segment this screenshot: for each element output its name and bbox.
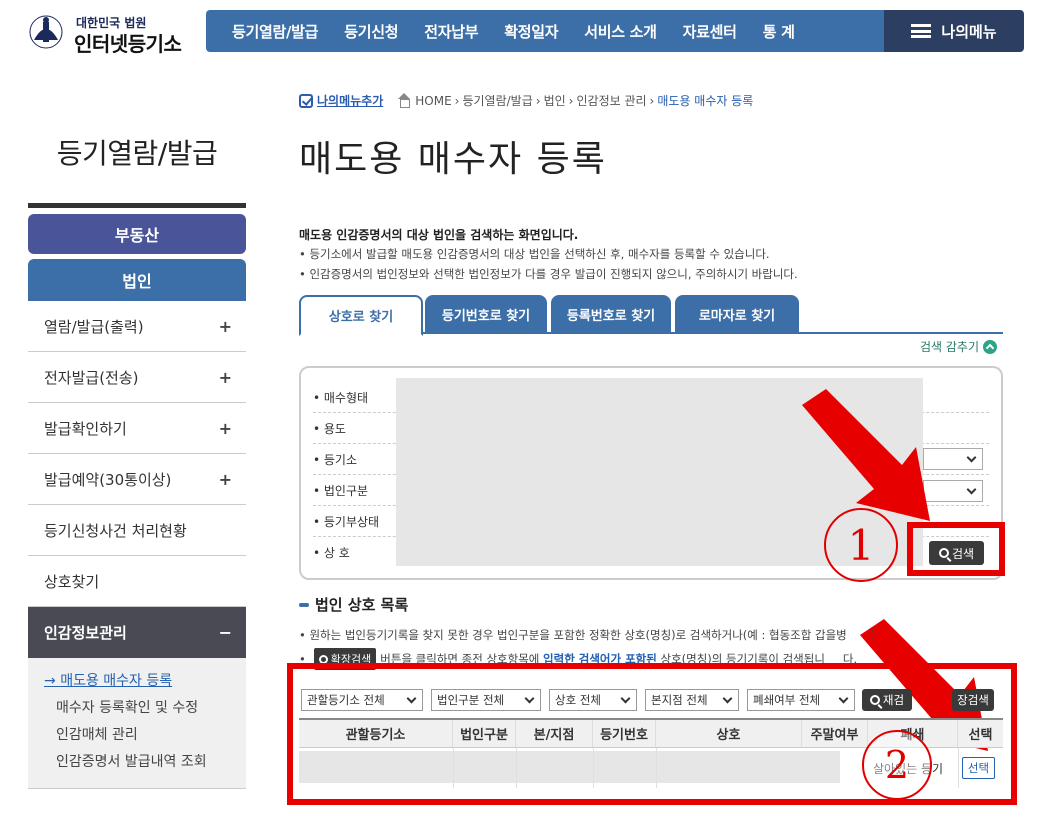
breadcrumb: 나의메뉴추가 HOME › 등기열람/발급 › 법인 › 인감정보 관리 › 매… — [299, 92, 753, 109]
hamburger-icon — [911, 24, 932, 38]
sidebar-item-view-issue[interactable]: 열람/발급(출력) + — [28, 301, 246, 352]
home-icon — [397, 92, 411, 108]
expand-icon: + — [218, 316, 232, 336]
sidebar-item-label: 전자발급(전송) — [44, 368, 139, 387]
tab-by-reg-no[interactable]: 등기번호로 찾기 — [425, 295, 547, 334]
nav-e-payment[interactable]: 전자납부 — [411, 21, 491, 42]
nav-view-issue[interactable]: 등기열람/발급 — [206, 21, 331, 42]
submenu-buyer-register[interactable]: → 매도용 매수자 등록 — [44, 668, 246, 695]
red-arrow-icon — [802, 389, 930, 521]
breadcrumb-current: 매도용 매수자 등록 — [657, 94, 754, 108]
add-my-menu-link[interactable]: 나의메뉴추가 — [299, 92, 383, 109]
nav-registration[interactable]: 등기신청 — [331, 21, 411, 42]
submenu-seal-media[interactable]: 인감매체 관리 — [44, 722, 246, 749]
breadcrumb-corp[interactable]: 법인 — [544, 92, 566, 109]
bullet-icon — [299, 602, 309, 607]
global-nav: 등기열람/발급 등기신청 전자납부 확정일자 서비스 소개 자료센터 통 계 — [206, 10, 884, 52]
tab-by-corp-no[interactable]: 등록번호로 찾기 — [551, 295, 671, 334]
sidebar-item-label: 발급확인하기 — [44, 419, 127, 438]
my-menu-label: 나의메뉴 — [941, 22, 997, 41]
nav-resource-center[interactable]: 자료센터 — [670, 21, 750, 42]
nav-service-intro[interactable]: 서비스 소개 — [571, 21, 669, 42]
expand-icon: + — [218, 367, 232, 387]
nav-statistics[interactable]: 통 계 — [750, 21, 808, 42]
submenu-buyer-verify[interactable]: 매수자 등록확인 및 수정 — [44, 695, 246, 722]
collapse-icon: − — [218, 623, 232, 642]
collapse-search-toggle[interactable]: 검색 감추기 — [920, 338, 998, 355]
step-number-2: 2 — [862, 730, 932, 800]
sidebar-submenu: → 매도용 매수자 등록 매수자 등록확인 및 수정 인감매체 관리 인감증명서… — [28, 658, 246, 789]
page-title: 매도용 매수자 등록 — [299, 139, 607, 180]
intro-line: • 인감증명서의 법인정보와 선택한 법인정보가 다를 경우 발급이 진행되지 … — [299, 267, 798, 281]
sidebar-item-label: 상호찾기 — [44, 572, 100, 591]
sidebar-item-label: 등기신청사건 처리현황 — [44, 521, 187, 540]
expand-icon: + — [218, 469, 232, 489]
tab-by-roman[interactable]: 로마자로 찾기 — [675, 295, 799, 334]
sidebar-item-label: 발급예약(30통이상) — [44, 470, 172, 489]
sidebar-menu: 열람/발급(출력) + 전자발급(전송) + 발급확인하기 + 발급예약(30통… — [28, 301, 246, 789]
sidebar-title: 등기열람/발급 — [56, 137, 218, 170]
list-note: • 원하는 법인등기기록을 찾지 못한 경우 법인구분을 포함한 정확한 상호(… — [299, 628, 876, 642]
sidebar-corp-button[interactable]: 법인 — [28, 259, 246, 301]
search-tabs: 상호로 찾기 등기번호로 찾기 등록번호로 찾기 로마자로 찾기 — [299, 295, 1003, 336]
highlight-box-search — [907, 522, 1005, 576]
sidebar-item-seal-info[interactable]: 인감정보관리 − — [28, 607, 246, 658]
nav-fixed-date[interactable]: 확정일자 — [491, 21, 571, 42]
submenu-seal-history[interactable]: 인감증명서 발급내역 조회 — [44, 749, 246, 776]
my-menu-button[interactable]: 나의메뉴 — [884, 10, 1024, 52]
chevron-up-icon — [983, 339, 998, 354]
sidebar-divider — [28, 203, 246, 208]
intro-line: • 등기소에서 발급할 매도용 인감증명서의 대상 법인을 선택하신 후, 매수… — [299, 247, 770, 261]
intro-heading: 매도용 인감증명서의 대상 법인을 검색하는 화면입니다. — [299, 228, 579, 242]
court-emblem-icon — [29, 15, 63, 49]
site-logo[interactable]: 대한민국 법원 인터넷등기소 — [22, 6, 192, 56]
breadcrumb-seal-info[interactable]: 인감정보 관리 — [576, 92, 646, 109]
sidebar-item-label: 인감정보관리 — [44, 624, 127, 642]
breadcrumb-home[interactable]: HOME — [415, 94, 451, 108]
sidebar-item-issue-reserve[interactable]: 발급예약(30통이상) + — [28, 454, 246, 505]
breadcrumb-view-issue[interactable]: 등기열람/발급 — [462, 92, 532, 109]
sidebar-item-issue-verify[interactable]: 발급확인하기 + — [28, 403, 246, 454]
sidebar-item-case-status[interactable]: 등기신청사건 처리현황 — [28, 505, 246, 556]
sidebar-item-label: 열람/발급(출력) — [44, 317, 144, 336]
logo-title: 인터넷등기소 — [74, 32, 182, 56]
sidebar-realty-button[interactable]: 부동산 — [28, 214, 246, 254]
sidebar-item-e-issue[interactable]: 전자발급(전송) + — [28, 352, 246, 403]
expand-icon: + — [218, 418, 232, 438]
tab-by-name[interactable]: 상호로 찾기 — [299, 295, 423, 336]
sidebar-item-name-search[interactable]: 상호찾기 — [28, 556, 246, 607]
list-section-title: 법인 상호 목록 — [299, 594, 408, 615]
check-icon — [299, 93, 313, 108]
